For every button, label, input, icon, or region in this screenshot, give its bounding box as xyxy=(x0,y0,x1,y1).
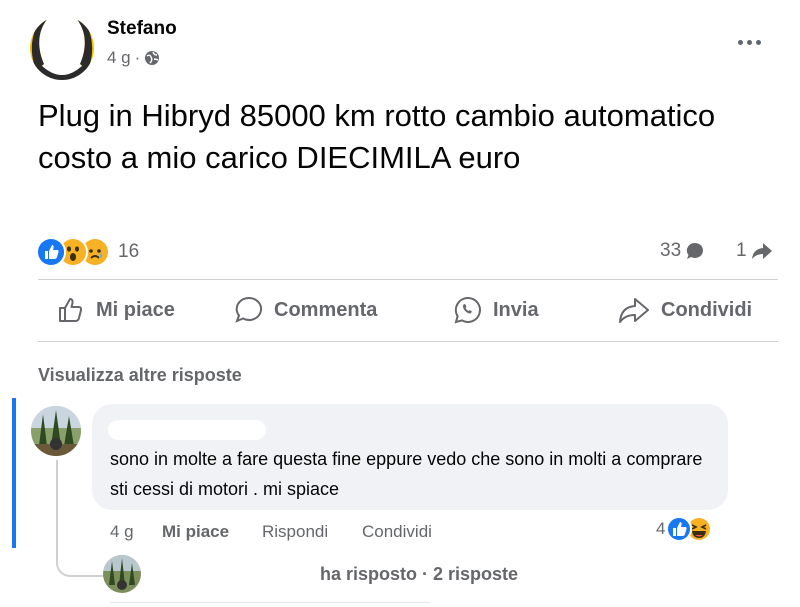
shares-count-value: 1 xyxy=(736,240,747,261)
comment-button[interactable]: Commenta xyxy=(234,292,377,328)
commenter-avatar[interactable] xyxy=(31,406,81,456)
author-avatar[interactable] xyxy=(30,16,94,80)
shares-count[interactable]: 1 xyxy=(736,240,773,262)
send-button[interactable]: Invia xyxy=(453,292,539,328)
divider xyxy=(38,279,778,280)
commenter-name-redacted[interactable] xyxy=(108,420,266,440)
divider xyxy=(110,602,430,603)
whatsapp-icon xyxy=(453,295,483,325)
speech-bubble-icon xyxy=(234,295,264,325)
view-more-replies-link[interactable]: Visualizza altre risposte xyxy=(38,365,242,386)
post-text: Plug in Hibryd 85000 km rotto cambio aut… xyxy=(38,98,716,175)
comment-bubble-icon xyxy=(685,241,705,261)
comments-count[interactable]: 33 xyxy=(660,240,705,262)
share-arrow-icon xyxy=(751,241,773,261)
comment-reactions[interactable]: 4 xyxy=(656,516,713,542)
comment-time[interactable]: 4 g xyxy=(110,522,134,542)
comment-share-button[interactable]: Condividi xyxy=(362,522,432,542)
comment-reply-button[interactable]: Rispondi xyxy=(262,522,328,542)
comment-reaction-count: 4 xyxy=(656,519,666,538)
reactions-count: 16 xyxy=(118,241,140,262)
like-button-label: Mi piace xyxy=(96,298,175,321)
send-button-label: Invia xyxy=(493,298,539,321)
like-icon xyxy=(666,516,693,542)
share-button-label: Condividi xyxy=(661,298,753,321)
globe-icon xyxy=(144,50,160,66)
thumbs-up-icon xyxy=(56,295,86,325)
more-options-icon[interactable] xyxy=(733,31,765,53)
post-author-name[interactable]: Stefano xyxy=(107,18,177,40)
share-button[interactable]: Condividi xyxy=(617,292,752,328)
comment-like-button[interactable]: Mi piace xyxy=(162,522,229,542)
replies-link[interactable]: ha risposto · 2 risposte xyxy=(320,564,518,585)
like-icon xyxy=(36,237,66,267)
meta-separator: · xyxy=(134,48,141,67)
comment-text: sono in molte a fare questa fine eppure … xyxy=(110,449,703,499)
comment-button-label: Commenta xyxy=(274,298,378,321)
post-time[interactable]: 4 g xyxy=(107,48,131,68)
thread-highlight-bar xyxy=(12,398,16,548)
divider xyxy=(38,341,778,342)
comments-count-value: 33 xyxy=(660,240,682,261)
share-icon xyxy=(617,295,651,325)
reactions-summary[interactable]: 16 xyxy=(36,237,139,267)
replier-avatar[interactable] xyxy=(103,555,141,593)
post-meta: 4 g · xyxy=(107,48,160,68)
like-button[interactable]: Mi piace xyxy=(56,292,175,328)
